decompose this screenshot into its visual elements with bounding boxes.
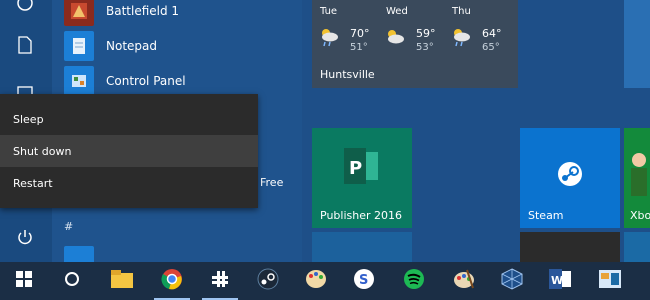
menu-item-label: Restart <box>13 176 53 190</box>
battlefield-icon <box>64 0 94 26</box>
slack-icon <box>210 269 230 293</box>
taskbar-steam[interactable] <box>244 262 292 300</box>
steam-tile[interactable]: Steam <box>520 128 620 228</box>
power-icon[interactable] <box>14 226 36 248</box>
partly-cloudy-icon <box>384 26 406 52</box>
taskbar-simplenote[interactable]: S <box>340 262 388 300</box>
steam-icon <box>556 160 584 192</box>
xbox-tile[interactable]: Xbox <box>624 128 650 228</box>
weather-tile[interactable]: Tue Wed Thu 70° 51° 59° 53° 64° 65° Hunt… <box>312 0 518 88</box>
menu-item-restart[interactable]: Restart <box>0 167 258 199</box>
free-label: Free <box>260 176 284 189</box>
menu-item-label: Shut down <box>13 144 72 158</box>
cortana-icon <box>64 271 80 291</box>
taskbar-spotify[interactable] <box>390 262 438 300</box>
weather-low: 51° <box>350 42 368 53</box>
section-header-hash[interactable]: # <box>64 220 73 233</box>
taskbar-chrome[interactable] <box>148 262 196 300</box>
taskbar-paint-net[interactable] <box>440 262 488 300</box>
app-label: Notepad <box>106 39 157 53</box>
app-item-control-panel[interactable]: Control Panel <box>64 66 186 96</box>
tile-label: Publisher 2016 <box>320 209 402 222</box>
taskbar-file-explorer[interactable] <box>98 262 146 300</box>
notepad-icon <box>64 31 94 61</box>
weather-day: Thu <box>452 6 471 17</box>
tile-partial[interactable] <box>312 232 412 262</box>
app-label: Battlefield 1 <box>106 4 180 18</box>
virtualbox-icon <box>501 268 523 294</box>
palette-icon <box>453 268 475 294</box>
weather-high: 70° <box>350 27 370 40</box>
taskbar-slack[interactable] <box>196 262 244 300</box>
tile-partial[interactable] <box>520 232 620 262</box>
xbox-character-icon <box>628 150 650 204</box>
weather-low: 53° <box>416 42 434 53</box>
svg-text:W: W <box>551 274 563 287</box>
app-label: Control Panel <box>106 74 186 88</box>
paint-icon <box>305 269 327 293</box>
svg-text:S: S <box>359 273 368 288</box>
taskbar-word[interactable]: W <box>536 262 584 300</box>
weather-high: 64° <box>482 27 502 40</box>
rain-cloud-icon <box>450 26 472 52</box>
menu-item-label: Sleep <box>13 112 44 126</box>
taskbar-virtualbox[interactable] <box>488 262 536 300</box>
taskbar: S W <box>0 262 650 300</box>
cortana-button[interactable] <box>48 262 96 300</box>
svg-text:P: P <box>349 158 362 179</box>
weather-city: Huntsville <box>320 68 375 81</box>
folder-icon <box>111 270 133 292</box>
spotify-icon <box>403 268 425 294</box>
user-icon[interactable] <box>14 0 36 14</box>
weather-day: Wed <box>386 6 408 17</box>
app-item-notepad[interactable]: Notepad <box>64 31 157 61</box>
menu-item-shut-down[interactable]: Shut down <box>0 135 258 167</box>
publisher-icon: P <box>344 148 382 188</box>
windows-icon <box>16 271 32 291</box>
steam-icon <box>257 268 279 294</box>
documents-icon[interactable] <box>14 34 36 56</box>
word-icon: W <box>549 269 571 293</box>
simplenote-icon: S <box>353 268 375 294</box>
publisher-tile[interactable]: P Publisher 2016 <box>312 128 412 228</box>
tile-label: Steam <box>528 209 564 222</box>
taskbar-paint[interactable] <box>292 262 340 300</box>
weather-low: 65° <box>482 42 500 53</box>
tile-partial[interactable] <box>624 0 650 88</box>
power-menu: Sleep Shut down Restart <box>0 94 258 208</box>
weather-high: 59° <box>416 27 436 40</box>
rain-cloud-icon <box>318 26 340 52</box>
taskbar-settings[interactable] <box>586 262 634 300</box>
start-button[interactable] <box>0 262 48 300</box>
control-panel-icon <box>64 66 94 96</box>
weather-day: Tue <box>320 6 338 17</box>
tile-partial[interactable] <box>624 232 650 262</box>
chrome-icon <box>161 268 183 294</box>
menu-item-sleep[interactable]: Sleep <box>0 103 258 135</box>
settings-window-icon <box>599 270 621 292</box>
tile-label: Xbox <box>630 209 650 222</box>
app-item-battlefield[interactable]: Battlefield 1 <box>64 0 179 26</box>
